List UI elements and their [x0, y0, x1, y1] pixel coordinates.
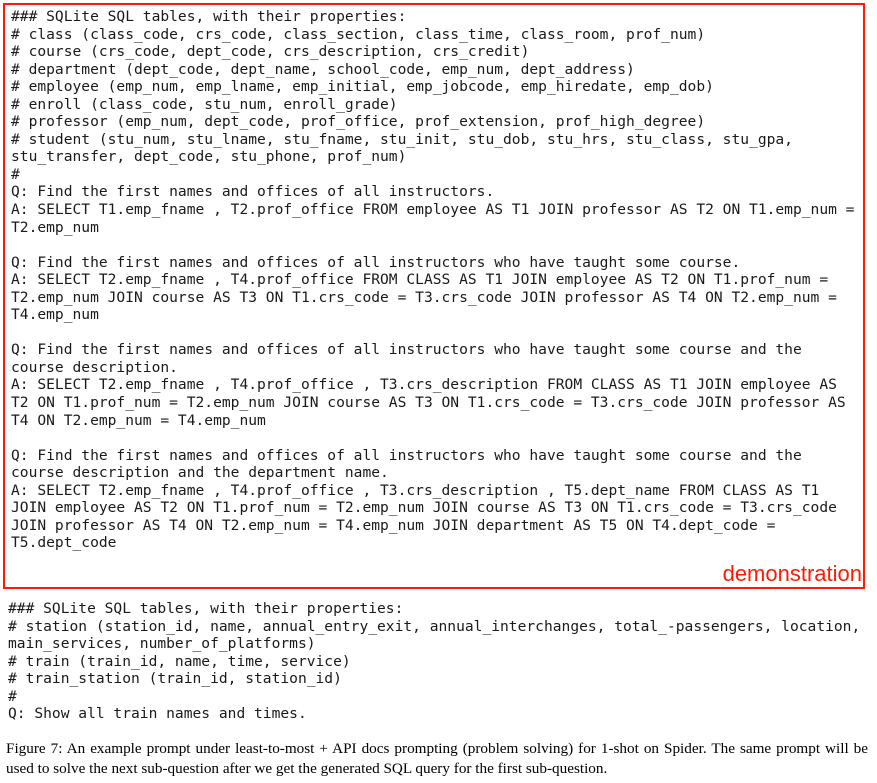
test-prompt-text: ### SQLite SQL tables, with their proper…	[8, 600, 861, 723]
figure-caption: Figure 7: An example prompt under least-…	[6, 739, 868, 778]
demonstration-prompt-box: ### SQLite SQL tables, with their proper…	[3, 3, 865, 589]
figure-caption-text: Figure 7: An example prompt under least-…	[6, 740, 868, 777]
demonstration-label: demonstration	[722, 561, 862, 586]
demonstration-prompt-text: ### SQLite SQL tables, with their proper…	[11, 8, 855, 552]
